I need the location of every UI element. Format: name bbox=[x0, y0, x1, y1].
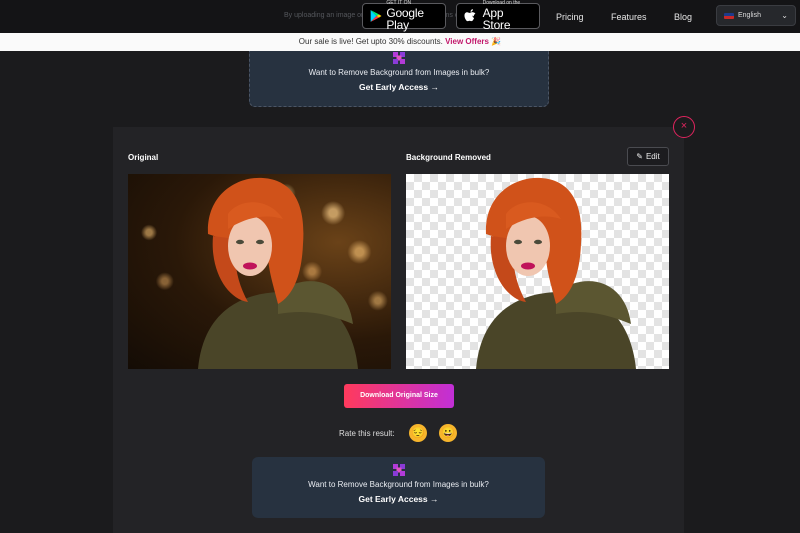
sad-face-rating-icon[interactable]: 😔 bbox=[409, 424, 427, 442]
google-play-big-text: Google Play bbox=[386, 6, 424, 32]
bulk-icon bbox=[392, 464, 405, 476]
bulk-access-card-bottom: Want to Remove Background from Images in… bbox=[252, 457, 545, 518]
sale-banner-text: Our sale is live! Get upto 30% discounts… bbox=[298, 37, 443, 46]
bulk-icon bbox=[393, 52, 405, 64]
cutout-subject bbox=[476, 177, 636, 369]
nav-link-features[interactable]: Features bbox=[611, 12, 647, 22]
view-offers-link[interactable]: View Offers bbox=[445, 37, 489, 46]
happy-face-rating-icon[interactable]: 😀 bbox=[439, 424, 457, 442]
close-button[interactable]: × bbox=[673, 116, 695, 138]
language-label: English bbox=[738, 12, 761, 19]
get-early-access-link[interactable]: Get Early Access → bbox=[252, 494, 545, 504]
app-store-button[interactable]: Download on the App Store bbox=[456, 1, 540, 32]
pencil-icon: ✎ bbox=[636, 152, 643, 161]
background-removed-image bbox=[406, 174, 669, 369]
edit-label: Edit bbox=[645, 152, 660, 161]
bulk-card-text: Want to Remove Background from Images in… bbox=[308, 68, 490, 77]
google-play-icon bbox=[370, 10, 382, 22]
language-selector[interactable]: English ⌄ bbox=[716, 5, 796, 26]
sale-banner: Our sale is live! Get upto 30% discounts… bbox=[0, 33, 800, 51]
top-nav: By uploading an image or URL you agree t… bbox=[0, 0, 800, 33]
app-store-big-text: App Store bbox=[482, 6, 511, 32]
uk-flag-icon bbox=[724, 12, 734, 19]
edit-button[interactable]: ✎ Edit bbox=[627, 147, 669, 166]
nav-link-blog[interactable]: Blog bbox=[674, 12, 692, 22]
chevron-down-icon: ⌄ bbox=[781, 11, 788, 20]
google-play-button[interactable]: GET IT ON Google Play bbox=[362, 1, 446, 32]
original-image bbox=[128, 174, 391, 369]
background-removed-label: Background Removed bbox=[406, 153, 491, 162]
bulk-access-card-top: Want to Remove Background from Images in… bbox=[249, 51, 549, 107]
party-emoji-icon: 🎉 bbox=[491, 37, 502, 46]
download-original-size-button[interactable]: Download Original Size bbox=[344, 384, 454, 408]
original-label: Original bbox=[128, 153, 159, 162]
nav-link-pricing[interactable]: Pricing bbox=[556, 12, 584, 22]
bulk-card-text: Want to Remove Background from Images in… bbox=[308, 480, 489, 489]
apple-icon bbox=[464, 9, 476, 22]
rate-result-label: Rate this result: bbox=[339, 429, 395, 438]
portrait-subject bbox=[198, 177, 358, 369]
get-early-access-link[interactable]: Get Early Access → bbox=[250, 82, 548, 92]
